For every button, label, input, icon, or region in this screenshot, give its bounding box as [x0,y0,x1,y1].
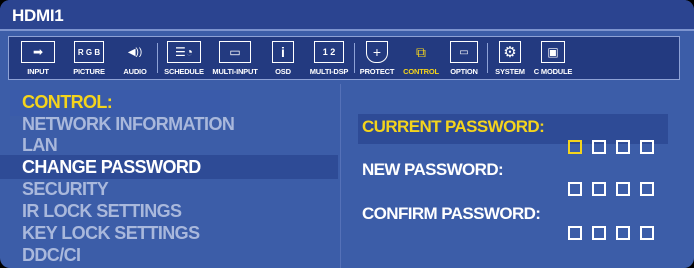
tab-control-label: CONTROL [403,67,439,76]
menu-item-change-password[interactable]: CHANGE PASSWORD [22,157,201,178]
new-password-label: NEW PASSWORD: [362,160,504,179]
tab-option-label: OPTION [450,67,478,76]
password-digit-box[interactable] [592,140,606,154]
confirm-password-field[interactable] [568,226,654,240]
menu-item-key-lock-settings[interactable]: KEY LOCK SETTINGS [22,223,200,244]
system-gear-icon: ⚙ [499,41,521,63]
info-icon: i [272,41,294,63]
tab-osd[interactable]: i OSD [261,39,305,77]
password-digit-box[interactable] [640,226,654,240]
password-digit-box[interactable] [592,226,606,240]
tab-system-label: SYSTEM [495,67,525,76]
option-icon: ▭ [450,41,478,63]
tab-c-module[interactable]: ▣ C MODULE [533,39,573,77]
password-digit-box[interactable] [640,182,654,196]
menu-tab-bar: ➡ INPUT R G B PICTURE ◀)) AUDIO ☰◔ SCHED… [8,36,680,80]
password-digit-box[interactable] [616,182,630,196]
tab-control[interactable]: ⧉ CONTROL [400,39,442,77]
tab-separator [354,43,355,73]
current-password-label: CURRENT PASSWORD: [362,117,545,136]
tab-multi-dsp[interactable]: 1 2 MULTI-DSP [307,39,351,77]
current-password-field[interactable] [568,140,654,154]
input-icon: ➡ [21,41,55,63]
menu-item-ir-lock-settings[interactable]: IR LOCK SETTINGS [22,201,182,222]
tab-protect[interactable]: + PROTECT [356,39,398,77]
multi-display-icon: 1 2 [314,41,344,63]
menu-heading: CONTROL: [22,92,113,112]
tab-picture[interactable]: R G B PICTURE [65,39,113,77]
panel-divider [340,84,341,268]
tab-system[interactable]: ⚙ SYSTEM [489,39,531,77]
tab-multi-input[interactable]: ▭ MULTI-INPUT [211,39,259,77]
tab-multi-input-label: MULTI-INPUT [212,67,258,76]
tab-option[interactable]: ▭ OPTION [444,39,484,77]
new-password-field[interactable] [568,182,654,196]
multi-input-icon: ▭ [219,41,251,63]
osd-window: HDMI1 ➡ INPUT R G B PICTURE ◀)) AUDIO ☰◔… [0,0,694,268]
tab-osd-label: OSD [275,67,291,76]
tab-schedule-label: SCHEDULE [164,67,204,76]
input-source-title: HDMI1 [12,6,64,25]
menu-item-lan[interactable]: LAN [22,135,58,156]
tab-schedule[interactable]: ☰◔ SCHEDULE [159,39,209,77]
schedule-clock-icon: ☰◔ [167,41,201,63]
tab-multi-dsp-label: MULTI-DSP [309,67,349,76]
tab-audio-label: AUDIO [123,67,147,76]
tab-separator [487,43,488,73]
password-digit-box[interactable] [568,182,582,196]
tab-audio[interactable]: ◀)) AUDIO [115,39,155,77]
speaker-icon: ◀)) [127,46,143,58]
tab-input-label: INPUT [27,67,49,76]
tab-input[interactable]: ➡ INPUT [13,39,63,77]
password-digit-box[interactable] [640,140,654,154]
menu-item-network-information[interactable]: NETWORK INFORMATION [22,114,235,135]
tab-protect-label: PROTECT [359,67,395,76]
tab-picture-label: PICTURE [73,67,105,76]
password-digit-box[interactable] [592,182,606,196]
picture-rgb-icon: R G B [74,41,104,63]
confirm-password-label: CONFIRM PASSWORD: [362,204,541,223]
password-digit-box[interactable] [568,226,582,240]
shield-icon: + [366,41,388,63]
password-digit-box[interactable] [616,226,630,240]
password-digit-box[interactable] [616,140,630,154]
title-bar: HDMI1 [0,0,694,31]
password-digit-box[interactable] [568,140,582,154]
tab-separator [157,43,158,73]
tab-c-module-label: C MODULE [533,67,573,76]
compute-module-icon: ▣ [541,41,565,63]
menu-item-security[interactable]: SECURITY [22,179,109,200]
control-network-icon: ⧉ [416,43,426,60]
menu-item-ddc-ci[interactable]: DDC/CI [22,245,81,266]
